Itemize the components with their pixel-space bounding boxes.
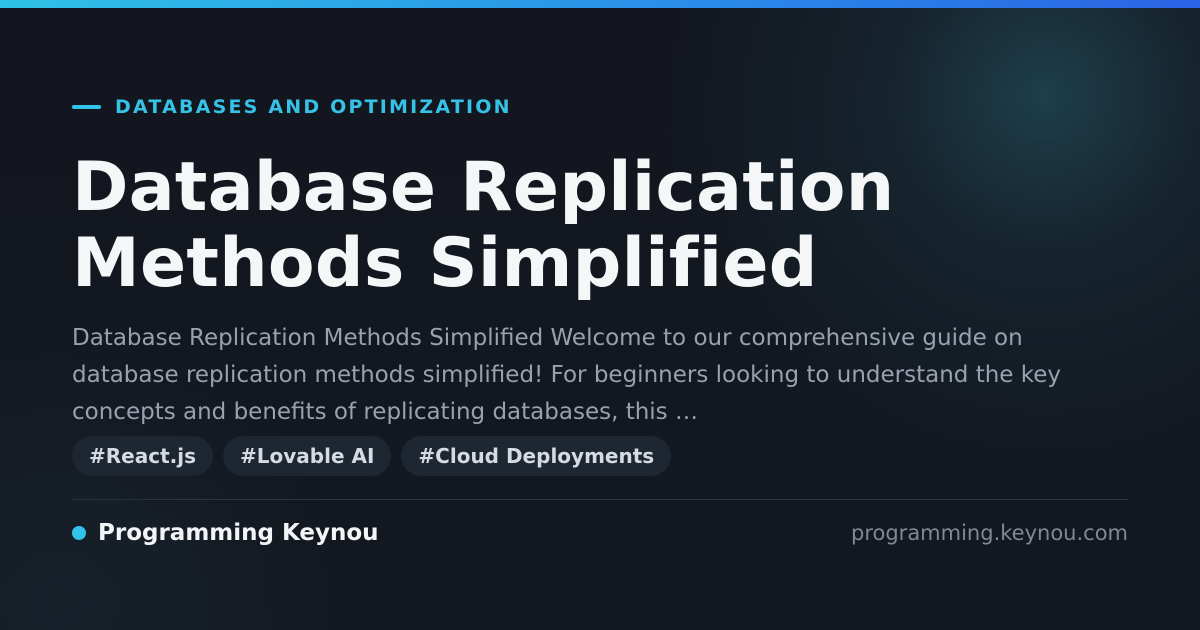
card-content: DATABASES AND OPTIMIZATION Database Repl…: [72, 0, 1128, 630]
footer-divider: [72, 499, 1128, 500]
category-kicker: DATABASES AND OPTIMIZATION: [72, 96, 512, 118]
site-url[interactable]: programming.keynou.com: [851, 519, 1128, 547]
brand-dot-icon: [72, 526, 86, 540]
page-title: Database Replication Methods Simplified: [72, 150, 1128, 302]
tag-react-js[interactable]: #React.js: [72, 436, 213, 476]
description: Database Replication Methods Simplified …: [72, 325, 1062, 425]
accent-line-icon: [72, 105, 101, 109]
tag-cloud-deployments[interactable]: #Cloud Deployments: [401, 436, 672, 476]
title-line-1: Database Replication: [72, 148, 895, 227]
tag-list: #React.js #Lovable AI #Cloud Deployments: [72, 436, 672, 476]
tag-lovable-ai[interactable]: #Lovable AI: [223, 436, 392, 476]
category-label: DATABASES AND OPTIMIZATION: [115, 96, 512, 118]
title-line-2: Methods Simplified: [72, 224, 818, 303]
brand: Programming Keynou: [72, 519, 379, 547]
brand-name: Programming Keynou: [98, 520, 379, 546]
